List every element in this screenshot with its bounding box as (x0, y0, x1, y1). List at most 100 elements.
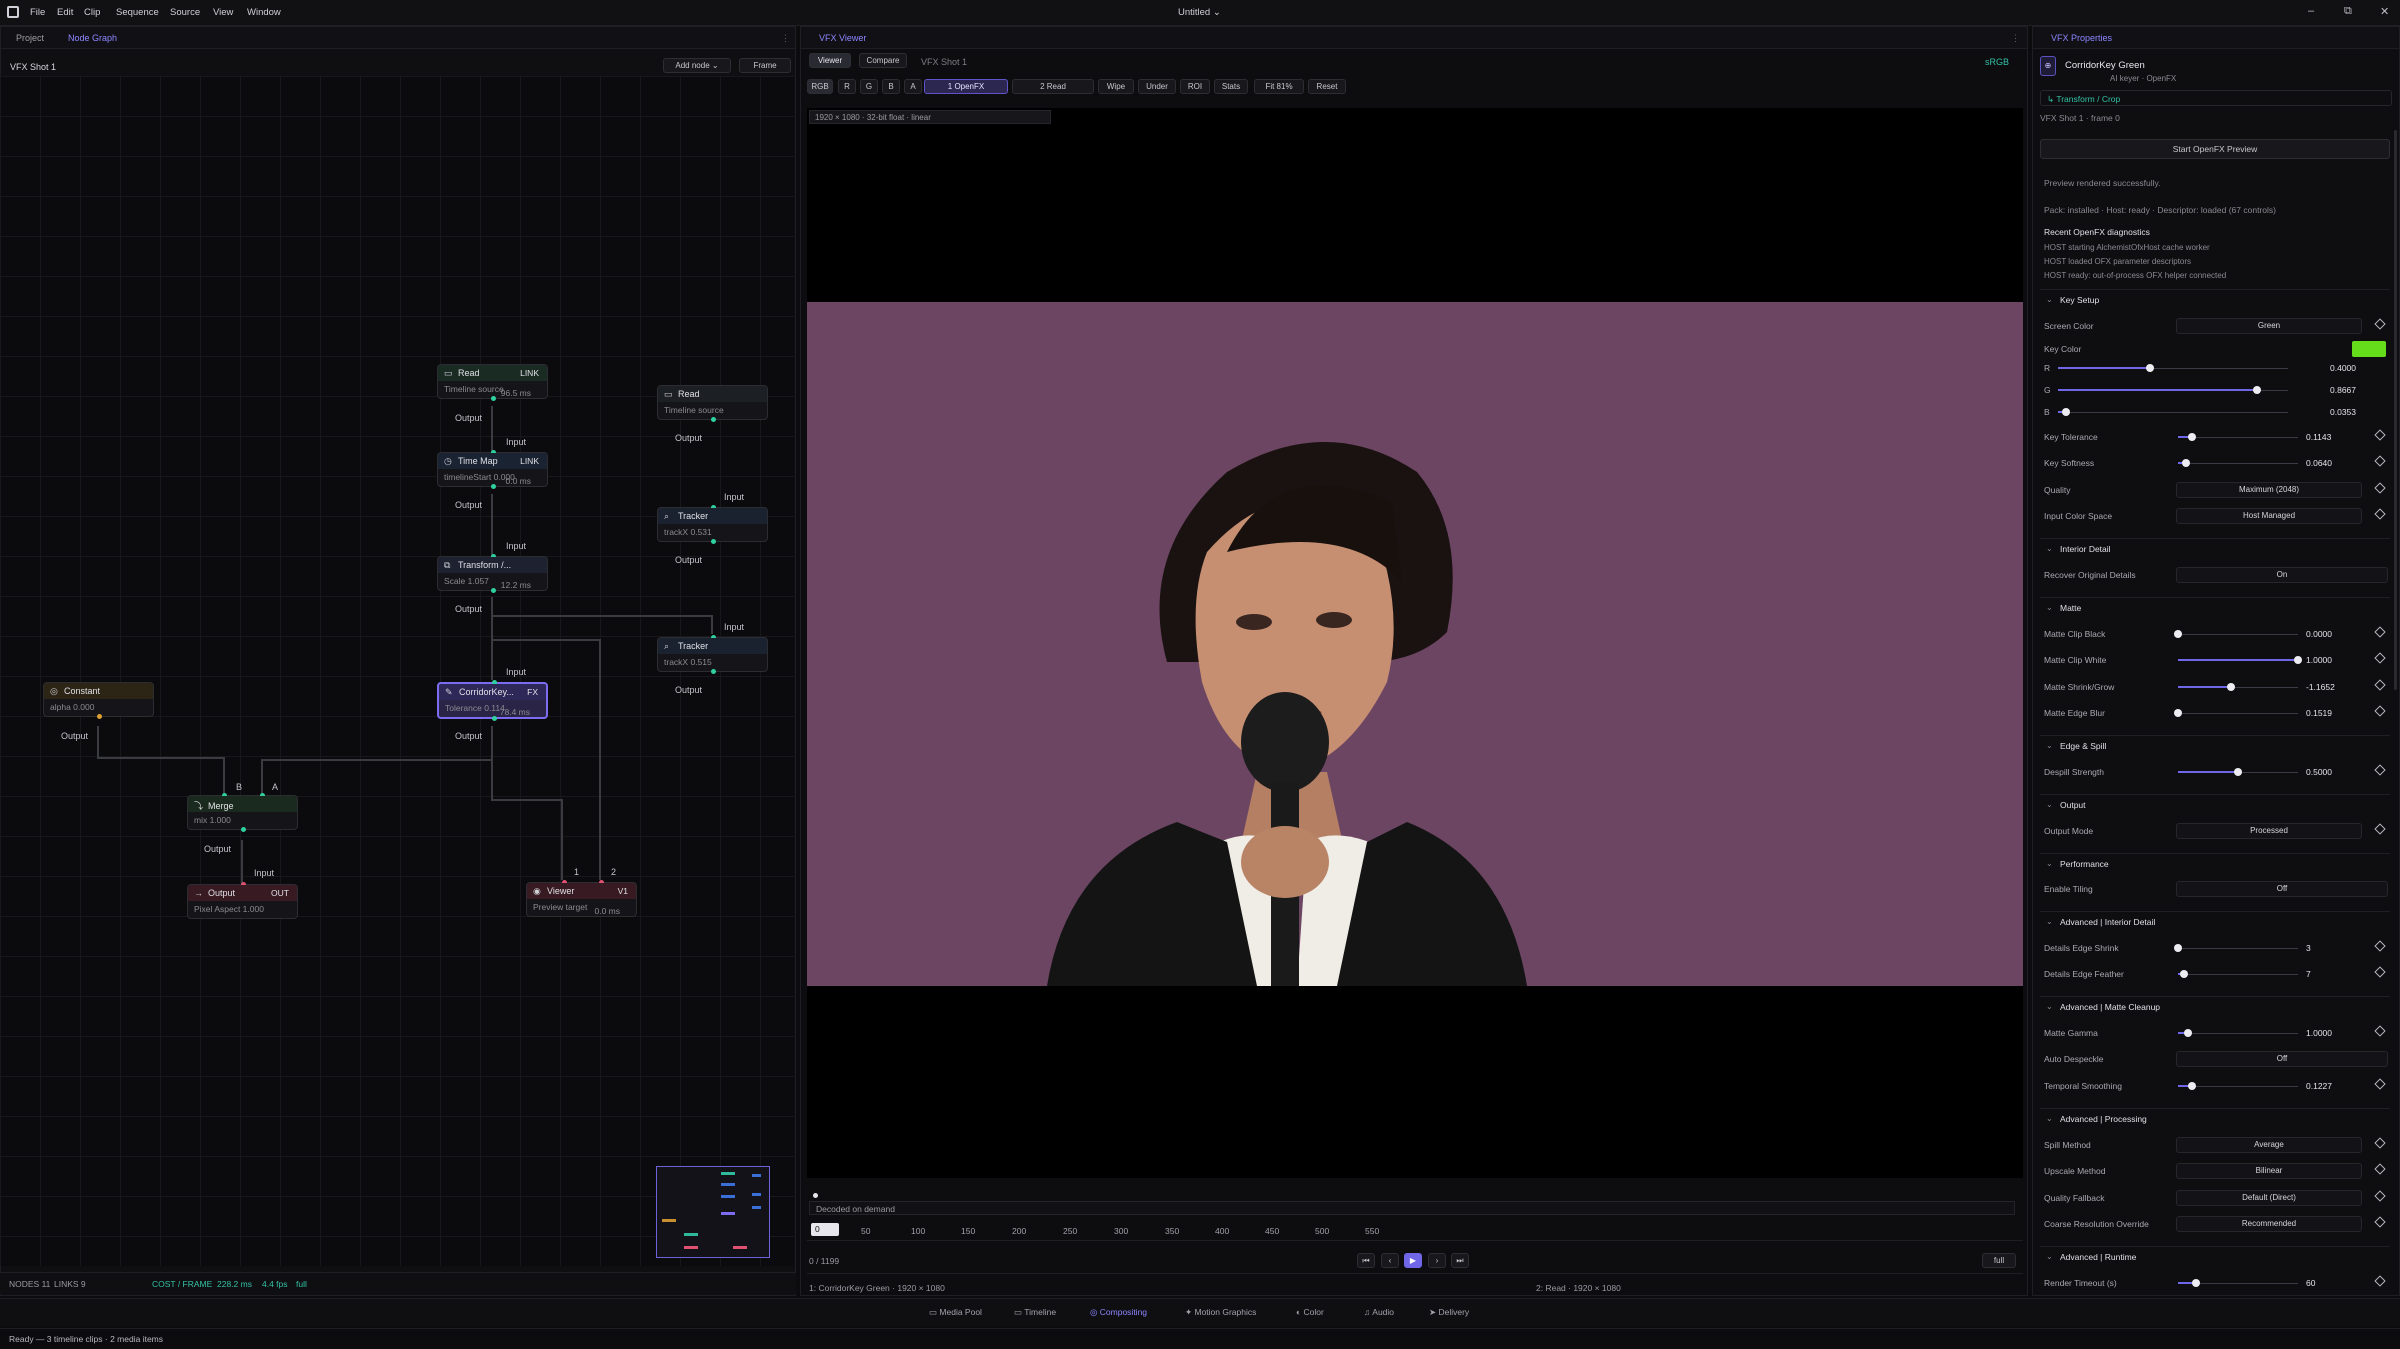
quality-fallback-select[interactable]: Default (Direct) (2176, 1190, 2362, 1206)
workspace-tab-compositing[interactable]: ◎ Compositing (1090, 1307, 1147, 1318)
go-start-icon[interactable]: ⏮ (1357, 1253, 1375, 1268)
keyframe-icon[interactable] (2374, 1137, 2386, 1149)
node-corridorkey[interactable]: ✎ CorridorKey... FX Tolerance 0.114 78.4 ms (437, 680, 548, 721)
output-mode-select[interactable]: Processed (2176, 823, 2362, 839)
wipe-button[interactable]: Wipe (1098, 79, 1134, 94)
screen-color-select[interactable]: Green (2176, 318, 2362, 334)
node-tracker-2[interactable]: ⌕ Tracker trackX 0.515 (657, 635, 768, 674)
recover-details-toggle[interactable]: On (2176, 567, 2388, 583)
upstream-link[interactable]: ↳ Transform / Crop (2040, 90, 2392, 106)
enable-tiling-toggle[interactable]: Off (2176, 881, 2388, 897)
channel-r-button[interactable]: R (838, 79, 856, 94)
section-advanced-interior[interactable]: ⌄ Advanced | Interior Detail (2040, 911, 2390, 931)
keyframe-icon[interactable] (2374, 482, 2386, 494)
section-edge-spill[interactable]: ⌄ Edge & Spill (2040, 735, 2390, 755)
output-port[interactable] (97, 714, 102, 719)
output-port[interactable] (491, 484, 496, 489)
workspace-tab-audio[interactable]: ♫ Audio (1364, 1307, 1394, 1317)
start-openfx-preview-button[interactable]: Start OpenFX Preview (2040, 139, 2390, 159)
output-port[interactable] (711, 417, 716, 422)
roi-button[interactable]: ROI (1180, 79, 1210, 94)
despill-slider[interactable] (2234, 768, 2242, 776)
matte-clip-black-slider[interactable] (2174, 630, 2182, 638)
keyframe-icon[interactable] (2374, 626, 2386, 638)
under-button[interactable]: Under (1138, 79, 1176, 94)
node-output[interactable]: → Output OUT Pixel Aspect 1.000 (187, 882, 298, 919)
node-tracker-1[interactable]: ⌕ Tracker trackX 0.531 (657, 505, 768, 544)
keyframe-icon[interactable] (2374, 1275, 2386, 1287)
channel-g-button[interactable]: G (860, 79, 878, 94)
keyframe-icon[interactable] (2374, 652, 2386, 664)
keyframe-icon[interactable] (2374, 940, 2386, 952)
keyframe-icon[interactable] (2374, 679, 2386, 691)
key-color-swatch[interactable] (2352, 341, 2386, 357)
quality-select[interactable]: Maximum (2048) (2176, 482, 2362, 498)
graph-minimap[interactable] (656, 1166, 770, 1258)
channel-rgb-button[interactable]: RGB (807, 79, 833, 94)
frame-input[interactable]: 0 (811, 1223, 839, 1236)
matte-clip-white-slider[interactable] (2294, 656, 2302, 664)
keyframe-icon[interactable] (2374, 764, 2386, 776)
temporal-smoothing-slider[interactable] (2188, 1082, 2197, 1090)
node-read-2[interactable]: ▭ Read Timeline source (657, 385, 768, 422)
tab-viewer[interactable]: Viewer (809, 53, 851, 68)
section-performance[interactable]: ⌄ Performance (2040, 853, 2390, 873)
keyframe-icon[interactable] (2374, 1163, 2386, 1175)
keyframe-icon[interactable] (2374, 1216, 2386, 1228)
workspace-tab-media-pool[interactable]: ▭ Media Pool (929, 1307, 982, 1318)
section-advanced-processing[interactable]: ⌄ Advanced | Processing (2040, 1108, 2390, 1128)
fit-zoom-button[interactable]: Fit 81% (1254, 79, 1304, 94)
step-forward-icon[interactable]: › (1428, 1253, 1446, 1268)
output-port[interactable] (711, 669, 716, 674)
details-edge-shrink-slider[interactable] (2174, 944, 2182, 952)
minimize-icon[interactable]: – (2308, 5, 2314, 17)
output-port[interactable] (241, 827, 246, 832)
matte-gamma-slider[interactable] (2183, 1029, 2192, 1037)
output-port[interactable] (711, 539, 716, 544)
scrub-head[interactable] (813, 1193, 818, 1198)
workspace-tab-color[interactable]: ◐ Color (1296, 1307, 1324, 1317)
keyframe-icon[interactable] (2374, 429, 2386, 441)
maximize-icon[interactable]: ⧉ (2344, 5, 2352, 18)
channel-a-button[interactable]: A (904, 79, 922, 94)
keyframe-icon[interactable] (2374, 1190, 2386, 1202)
key-tolerance-slider[interactable] (2187, 433, 2196, 441)
node-merge[interactable]: ⤵ Merge mix 1.000 (187, 793, 298, 832)
colorspace-label[interactable]: sRGB (1985, 57, 2009, 67)
output-port[interactable] (491, 396, 496, 401)
close-icon[interactable]: ✕ (2380, 5, 2389, 18)
workspace-tab-delivery[interactable]: ➤ Delivery (1429, 1307, 1469, 1318)
keyframe-icon[interactable] (2374, 705, 2386, 717)
playback-quality-button[interactable]: full (1982, 1253, 2016, 1268)
section-output[interactable]: ⌄ Output (2040, 794, 2390, 814)
r-slider[interactable] (2146, 364, 2154, 372)
panel-menu-icon[interactable]: ⋮ (2011, 33, 2020, 44)
coarse-resolution-select[interactable]: Recommended (2176, 1216, 2362, 1232)
section-advanced-runtime[interactable]: ⌄ Advanced | Runtime (2040, 1246, 2390, 1266)
spill-method-select[interactable]: Average (2176, 1137, 2362, 1153)
auto-despeckle-toggle[interactable]: Off (2176, 1051, 2388, 1067)
workspace-tab-timeline[interactable]: ▭ Timeline (1014, 1307, 1056, 1318)
matte-edge-blur-slider[interactable] (2174, 709, 2182, 717)
channel-b-button[interactable]: B (882, 79, 900, 94)
node-read-1[interactable]: ▭ Read LINK Timeline source 96.5 ms (437, 364, 548, 401)
play-icon[interactable]: ▶ (1404, 1253, 1422, 1268)
key-softness-slider[interactable] (2181, 459, 2190, 467)
keyframe-icon[interactable] (2374, 455, 2386, 467)
go-end-icon[interactable]: ⏭ (1451, 1253, 1469, 1268)
section-advanced-matte[interactable]: ⌄ Advanced | Matte Cleanup (2040, 996, 2390, 1016)
matte-shrink-grow-slider[interactable] (2226, 683, 2235, 691)
keyframe-icon[interactable] (2374, 318, 2386, 330)
stats-button[interactable]: Stats (1214, 79, 1248, 94)
section-matte[interactable]: ⌄ Matte (2040, 597, 2390, 617)
b-slider[interactable] (2062, 408, 2071, 416)
section-interior-detail[interactable]: ⌄ Interior Detail (2040, 538, 2390, 558)
keyframe-icon[interactable] (2374, 1078, 2386, 1090)
keyframe-icon[interactable] (2374, 966, 2386, 978)
node-transform[interactable]: ⧉ Transform /... Scale 1.057 12.2 ms (437, 554, 548, 593)
keyframe-icon[interactable] (2374, 823, 2386, 835)
section-key-setup[interactable]: ⌄ Key Setup (2040, 289, 2390, 309)
tab-compare[interactable]: Compare (859, 53, 907, 68)
node-viewer[interactable]: ◉ Viewer V1 Preview target 0.0 ms (526, 880, 637, 917)
input-2-read-button[interactable]: 2 Read (1012, 79, 1094, 94)
